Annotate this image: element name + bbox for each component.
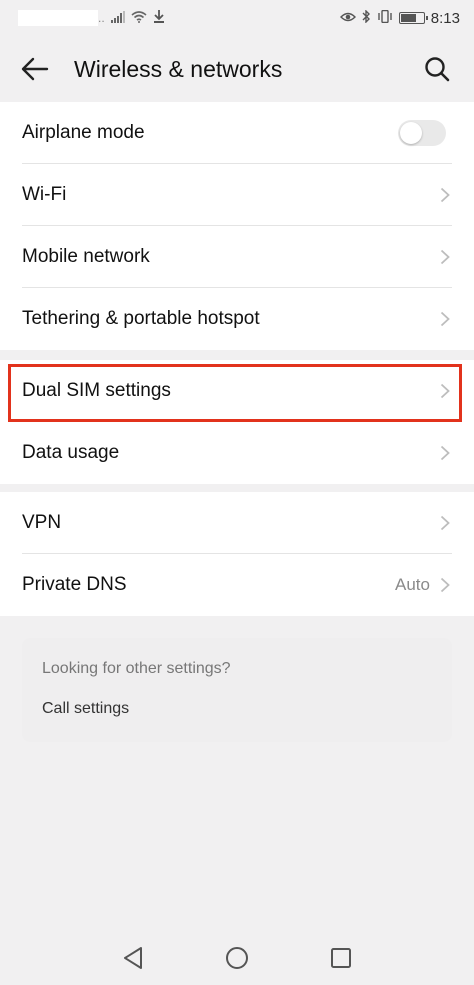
search-icon[interactable] xyxy=(420,52,454,86)
wifi-icon xyxy=(131,10,147,27)
row-label: VPN xyxy=(22,512,62,533)
other-settings-card: Looking for other settings? Call setting… xyxy=(22,638,452,742)
chevron-right-icon xyxy=(440,515,450,531)
recents-square-icon[interactable] xyxy=(328,945,354,971)
chevron-right-icon xyxy=(440,383,450,399)
app-header: Wireless & networks xyxy=(0,36,474,102)
row-label: Tethering & portable hotspot xyxy=(22,308,260,329)
status-left: .. xyxy=(98,9,165,27)
chevron-right-icon xyxy=(440,311,450,327)
carrier-name-redacted xyxy=(18,10,98,26)
row-label: Private DNS xyxy=(22,574,127,595)
battery-icon xyxy=(398,12,428,24)
row-label: Airplane mode xyxy=(22,122,145,143)
home-circle-icon[interactable] xyxy=(224,945,250,971)
row-label: Mobile network xyxy=(22,246,150,267)
airplane-mode-toggle[interactable] xyxy=(398,120,446,146)
eye-icon xyxy=(339,10,356,27)
dual-sim-settings-row[interactable]: Dual SIM settings xyxy=(0,360,474,422)
tethering-hotspot-row[interactable]: Tethering & portable hotspot xyxy=(0,288,474,350)
call-settings-link[interactable]: Call settings xyxy=(42,700,432,718)
settings-group-vpn-dns: VPN Private DNS Auto xyxy=(0,492,474,616)
signal-icon xyxy=(110,10,125,27)
chevron-right-icon xyxy=(440,249,450,265)
page-title: Wireless & networks xyxy=(74,56,283,82)
row-label: Dual SIM settings xyxy=(22,380,171,401)
other-settings-question: Looking for other settings? xyxy=(42,660,231,677)
settings-group-connectivity: Airplane mode Wi-Fi Mobile network Tethe… xyxy=(0,102,474,350)
private-dns-row[interactable]: Private DNS Auto xyxy=(0,554,474,616)
row-label: Data usage xyxy=(22,442,120,463)
download-icon xyxy=(153,9,165,27)
wifi-row[interactable]: Wi-Fi xyxy=(0,164,474,226)
status-right: 8:13 xyxy=(339,8,460,27)
mobile-network-row[interactable]: Mobile network xyxy=(0,226,474,288)
chevron-right-icon xyxy=(440,445,450,461)
settings-group-sim: Dual SIM settings Data usage xyxy=(0,360,474,484)
system-nav-bar xyxy=(0,930,474,985)
vpn-row[interactable]: VPN xyxy=(0,492,474,554)
chevron-right-icon xyxy=(440,187,450,203)
vibrate-icon xyxy=(377,9,393,27)
carrier-suffix: .. xyxy=(98,11,105,25)
bluetooth-icon xyxy=(362,8,371,27)
private-dns-value: Auto xyxy=(395,575,430,594)
status-bar: .. 8:13 xyxy=(0,0,474,36)
chevron-right-icon xyxy=(440,577,450,593)
row-label: Wi-Fi xyxy=(22,184,67,205)
airplane-mode-row[interactable]: Airplane mode xyxy=(0,102,474,164)
clock: 8:13 xyxy=(430,9,460,27)
back-triangle-icon[interactable] xyxy=(120,945,146,971)
data-usage-row[interactable]: Data usage xyxy=(0,422,474,484)
toggle-knob xyxy=(400,122,422,144)
back-arrow-icon[interactable] xyxy=(18,52,52,86)
